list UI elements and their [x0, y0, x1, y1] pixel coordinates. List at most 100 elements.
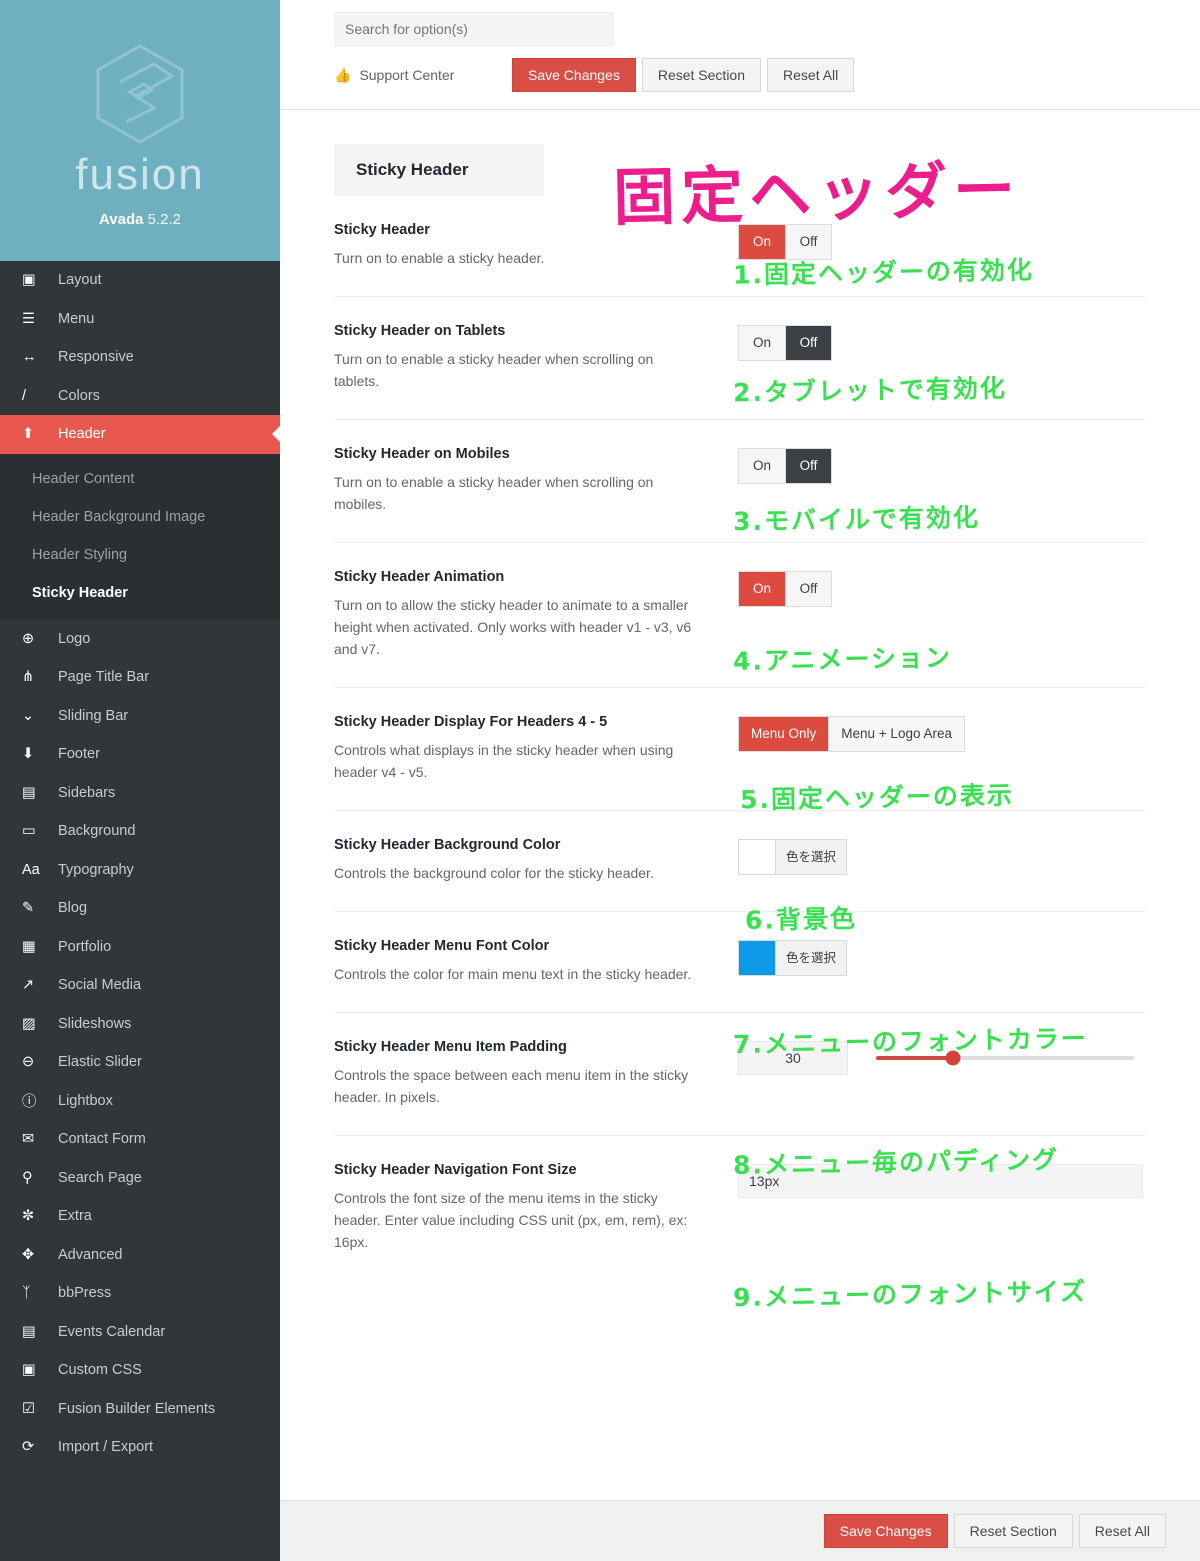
sidebar-item-label: Advanced [58, 1246, 123, 1263]
color-picker: 色を選択 [738, 939, 848, 976]
button-set: On Off [738, 224, 832, 260]
toggle-option-off[interactable]: Off [785, 225, 831, 259]
sidebar-item-label: Slideshows [58, 1015, 132, 1032]
sidebar-item-typography[interactable]: Aa Typography [0, 851, 280, 890]
support-center-link[interactable]: 👍 Support Center [334, 67, 512, 84]
info-circle-icon: ⓘ [22, 1094, 37, 1111]
toggle-option-off[interactable]: Off [785, 448, 831, 483]
toggle-option-on[interactable]: On [739, 325, 785, 360]
sidebar-item-page-title-bar[interactable]: ⋔ Page Title Bar [0, 658, 280, 697]
option-description: Controls what displays in the sticky hea… [334, 741, 674, 780]
toggle-option-on[interactable]: On [739, 448, 785, 483]
footer-reset-section-button[interactable]: Reset Section [953, 1514, 1073, 1548]
sidebar-item-events-calendar[interactable]: ▤ Events Calendar [0, 1313, 280, 1352]
option-label-group: Sticky Header Animation Turn on to allow … [334, 569, 694, 661]
sidebar-item-lightbox[interactable]: ⓘ Lightbox [0, 1082, 280, 1121]
color-swatch[interactable] [739, 940, 775, 975]
gears-icon: ✼ [22, 1208, 35, 1225]
button-set: On Off [738, 447, 832, 484]
product-name: Avada [98, 210, 144, 228]
reset-all-button[interactable]: Reset All [767, 58, 855, 92]
sidebar-item-slideshows[interactable]: ▨ Slideshows [0, 1005, 280, 1044]
save-changes-button[interactable]: Save Changes [512, 58, 636, 92]
sidebar-item-search-page[interactable]: ⚲ Search Page [0, 1159, 280, 1198]
sidebar-item-label: Portfolio [58, 938, 112, 955]
sidebar-item-colors[interactable]: / Colors [0, 377, 280, 416]
fusion-wordmark: fusion [75, 149, 205, 199]
toggle-option-menu-only[interactable]: Menu Only [739, 716, 829, 751]
toggle-option-menu-logo-area[interactable]: Menu + Logo Area [828, 716, 964, 751]
slider-track[interactable] [876, 1050, 1134, 1066]
sidebar-item-advanced[interactable]: ✥ Advanced [0, 1236, 280, 1275]
option-title: Sticky Header Menu Item Padding [334, 1038, 567, 1055]
sidebar-item-import-export[interactable]: ⟳ Import / Export [0, 1428, 280, 1467]
person-icon: ᛉ [22, 1285, 31, 1302]
sidebar-subitem-header-background-image[interactable]: Header Background Image [0, 498, 280, 536]
sidebar-item-portfolio[interactable]: ▦ Portfolio [0, 928, 280, 967]
sidebar-item-label: Social Media [58, 977, 142, 994]
options-list: Sticky Header Turn on to enable a sticky … [334, 196, 1146, 1279]
chevron-down-icon: ⌄ [22, 707, 35, 724]
color-swatch[interactable] [739, 839, 775, 874]
sidebar-item-sidebars[interactable]: ▤ Sidebars [0, 774, 280, 813]
toolbar: 👍 Support Center Save Changes Reset Sect… [280, 0, 1200, 110]
toggle-option-on[interactable]: On [739, 225, 785, 259]
option-label-group: Sticky Header on Tablets Turn on to enabl… [334, 323, 694, 393]
option-description: Controls the color for main menu text in… [334, 965, 692, 982]
sidebar-item-responsive[interactable]: ↔ Responsive [0, 338, 280, 377]
footer-save-changes-button[interactable]: Save Changes [823, 1514, 948, 1548]
sidebar-subnav-header: Header Content Header Background Image Hea… [0, 453, 280, 620]
sidebar-item-label: Page Title Bar [58, 669, 150, 686]
sidebar-item-bbpress[interactable]: ᛉ bbPress [0, 1274, 280, 1313]
option-label-group: Sticky Header Navigation Font Size Contro… [334, 1162, 694, 1254]
option-description: Turn on to enable a sticky header when s… [334, 473, 654, 512]
option-control [694, 1039, 1146, 1075]
magnifier-icon: ⚲ [22, 1169, 33, 1186]
option-title: Sticky Header Background Color [334, 836, 561, 853]
sidebar-item-label: Extra [58, 1208, 92, 1225]
slider-group [738, 1040, 1146, 1075]
reset-section-button[interactable]: Reset Section [641, 58, 762, 92]
sidebar-item-footer[interactable]: ⬇ Footer [0, 735, 280, 774]
sidebar-item-menu[interactable]: ☰ Menu [0, 300, 280, 339]
sidebar-item-label: Layout [58, 272, 102, 289]
search-input[interactable] [334, 12, 614, 46]
hamburger-icon: ☰ [22, 310, 35, 327]
sidebar-item-logo[interactable]: ⊕ Logo [0, 620, 280, 659]
sidebar: fusion Avada 5.2.2 ▣ Layout ☰ Menu ↔ Responsi… [0, 0, 280, 1561]
arrows-horizontal-icon: ↔ [22, 349, 37, 366]
option-row: Sticky Header Menu Item Padding Controls … [334, 1013, 1146, 1136]
option-label-group: Sticky Header Display For Headers 4 - 5 C… [334, 714, 694, 784]
toggle-option-on[interactable]: On [739, 571, 785, 606]
footer-reset-all-button[interactable]: Reset All [1078, 1514, 1166, 1548]
sidebar-subitem-sticky-header[interactable]: Sticky Header [0, 574, 280, 612]
sidebar-item-extra[interactable]: ✼ Extra [0, 1197, 280, 1236]
sidebar-subitem-header-content[interactable]: Header Content [0, 460, 280, 498]
sidebar-subitem-header-styling[interactable]: Header Styling [0, 536, 280, 574]
option-row: Sticky Header Animation Turn on to allow … [334, 543, 1146, 688]
sidebar-item-contact-form[interactable]: ✉ Contact Form [0, 1120, 280, 1159]
sidebar-item-background[interactable]: ▭ Background [0, 812, 280, 851]
sidebar-item-sliding-bar[interactable]: ⌄ Sliding Bar [0, 697, 280, 736]
option-control: 色を選択 [694, 837, 1146, 879]
sidebar-item-header[interactable]: ⬆ Header [0, 415, 280, 454]
option-control: Menu Only Menu + Logo Area [694, 714, 1146, 752]
sidebar-item-label: Events Calendar [58, 1323, 166, 1340]
select-color-button[interactable]: 色を選択 [775, 940, 847, 975]
sidebar-item-layout[interactable]: ▣ Layout [0, 261, 280, 300]
sidebar-item-fusion-builder-elements[interactable]: ☑ Fusion Builder Elements [0, 1390, 280, 1429]
support-center-label: Support Center [359, 67, 455, 83]
sidebar-item-label: Contact Form [58, 1131, 146, 1148]
toggle-option-off[interactable]: Off [785, 325, 831, 360]
sidebar-item-social-media[interactable]: ↗ Social Media [0, 966, 280, 1005]
option-title: Sticky Header on Tablets [334, 322, 506, 339]
padding-value-input[interactable] [738, 1040, 848, 1075]
toggle-option-off[interactable]: Off [785, 571, 831, 606]
sidebar-item-elastic-slider[interactable]: ⊖ Elastic Slider [0, 1043, 280, 1082]
sidebar-item-blog[interactable]: ✎ Blog [0, 889, 280, 928]
sidebar-item-custom-css[interactable]: ▣ Custom CSS [0, 1351, 280, 1390]
option-label-group: Sticky Header Menu Font Color Controls th… [334, 938, 694, 986]
slider-handle[interactable] [945, 1050, 961, 1066]
select-color-button[interactable]: 色を選択 [775, 839, 847, 874]
font-size-input[interactable] [738, 1163, 1143, 1198]
